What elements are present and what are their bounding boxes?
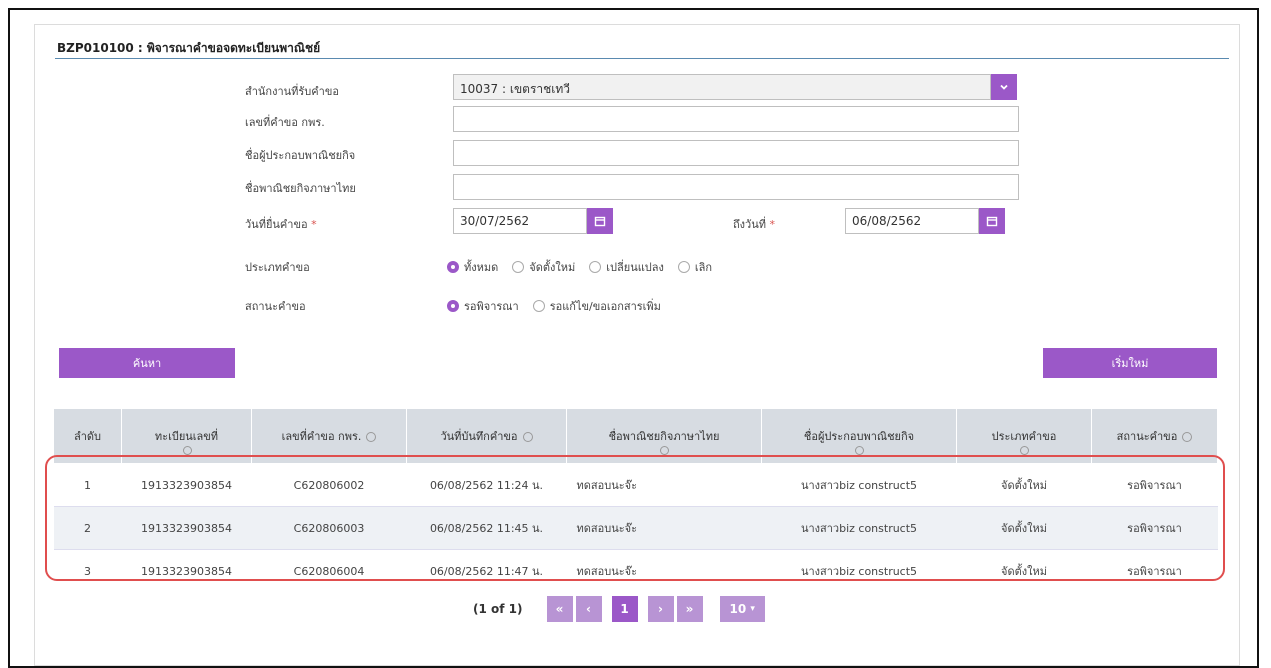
sort-icon bbox=[660, 446, 669, 455]
prev-page-button[interactable]: ‹ bbox=[575, 596, 602, 622]
req-no-label: เลขที่คำขอ กพร. bbox=[245, 116, 325, 129]
date-to-label: ถึงวันที่ * bbox=[733, 218, 775, 231]
radio-checked-icon bbox=[447, 300, 459, 312]
radio-checked-icon bbox=[447, 261, 459, 273]
date-from-label: วันที่ยื่นคำขอ * bbox=[245, 218, 317, 231]
page-info: (1 of 1) bbox=[473, 602, 523, 616]
date-to-calendar-button[interactable] bbox=[979, 208, 1005, 234]
sort-icon bbox=[1020, 446, 1029, 455]
radio-icon bbox=[532, 300, 545, 312]
sort-icon bbox=[522, 432, 533, 442]
status-group: รอพิจารณา รอแก้ไข/ขอเอกสารเพิ่ม bbox=[447, 297, 675, 315]
status-need-docs[interactable]: รอแก้ไข/ขอเอกสารเพิ่ม bbox=[532, 297, 661, 315]
radio-icon bbox=[677, 261, 690, 273]
calendar-icon bbox=[986, 216, 998, 227]
request-type-change[interactable]: เปลี่ยนแปลง bbox=[589, 258, 664, 276]
req-no-input[interactable] bbox=[453, 106, 1019, 132]
date-to-input[interactable]: 06/08/2562 bbox=[845, 208, 979, 234]
reset-button[interactable]: เริ่มใหม่ bbox=[1043, 348, 1217, 378]
date-from-calendar-button[interactable] bbox=[587, 208, 613, 234]
sort-icon bbox=[366, 432, 377, 442]
first-page-button[interactable]: « bbox=[546, 596, 573, 622]
sort-icon bbox=[182, 446, 192, 455]
last-page-button[interactable]: » bbox=[676, 596, 703, 622]
operator-name-input[interactable] bbox=[453, 140, 1019, 166]
page-title: BZP010100 : พิจารณาคำขอจดทะเบียนพาณิชย์ bbox=[57, 41, 321, 55]
status-pending[interactable]: รอพิจารณา bbox=[447, 297, 519, 315]
current-page-button[interactable]: 1 bbox=[611, 596, 638, 622]
office-select-value: 10037 : เขตราชเทวี bbox=[460, 82, 571, 96]
date-to-value: 06/08/2562 bbox=[852, 214, 922, 228]
radio-icon bbox=[589, 261, 602, 273]
request-type-new[interactable]: จัดตั้งใหม่ bbox=[512, 258, 575, 276]
radio-icon bbox=[512, 261, 525, 273]
request-type-cancel[interactable]: เลิก bbox=[677, 258, 712, 276]
title-divider bbox=[55, 58, 1229, 59]
office-dropdown-button[interactable] bbox=[991, 74, 1017, 100]
rows-highlight-box bbox=[45, 455, 1225, 581]
chevron-down-icon: ▾ bbox=[750, 604, 755, 614]
request-type-label: ประเภทคำขอ bbox=[245, 261, 310, 274]
office-label: สำนักงานที่รับคำขอ bbox=[245, 85, 339, 98]
date-from-value: 30/07/2562 bbox=[460, 214, 530, 228]
request-type-all[interactable]: ทั้งหมด bbox=[447, 258, 498, 276]
request-type-group: ทั้งหมด จัดตั้งใหม่ เปลี่ยนแปลง เลิก bbox=[447, 258, 726, 276]
date-from-input[interactable]: 30/07/2562 bbox=[453, 208, 587, 234]
pagination: (1 of 1) « ‹ 1 › » 10 ▾ bbox=[473, 596, 768, 622]
status-label: สถานะคำขอ bbox=[245, 300, 306, 313]
business-name-label: ชื่อพาณิชยกิจภาษาไทย bbox=[245, 182, 356, 195]
sort-icon bbox=[1182, 432, 1193, 442]
office-select[interactable]: 10037 : เขตราชเทวี bbox=[453, 74, 991, 100]
business-name-input[interactable] bbox=[453, 174, 1019, 200]
next-page-button[interactable]: › bbox=[647, 596, 674, 622]
calendar-icon bbox=[594, 216, 606, 227]
search-button[interactable]: ค้นหา bbox=[59, 348, 235, 378]
sort-icon bbox=[855, 446, 864, 455]
operator-name-label: ชื่อผู้ประกอบพาณิชยกิจ bbox=[245, 149, 356, 162]
chevron-down-icon bbox=[1000, 84, 1008, 90]
page-size-select[interactable]: 10 ▾ bbox=[719, 596, 765, 622]
